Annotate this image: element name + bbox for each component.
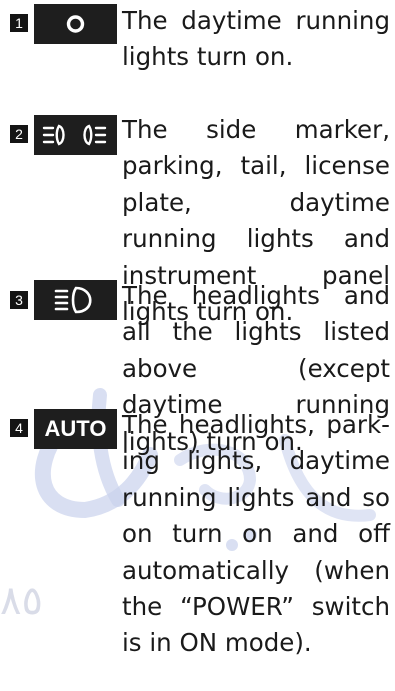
- item-description: The headlights, park­ing lights, daytime…: [122, 410, 390, 658]
- auto-icon-label: AUTO: [44, 416, 107, 441]
- auto-light-icon: AUTO: [34, 409, 117, 449]
- item-description: The daytime running lights turn on.: [122, 6, 390, 72]
- item-number-badge: 1: [10, 14, 28, 32]
- headlight-icon: [34, 280, 117, 320]
- item-number-badge: 3: [10, 291, 28, 309]
- item-number-badge: 2: [10, 125, 28, 143]
- item-number-badge: 4: [10, 419, 28, 437]
- watermark-number: ٨٥: [0, 578, 43, 624]
- side-marker-light-icon: [34, 115, 117, 155]
- daytime-running-light-icon: [34, 4, 117, 44]
